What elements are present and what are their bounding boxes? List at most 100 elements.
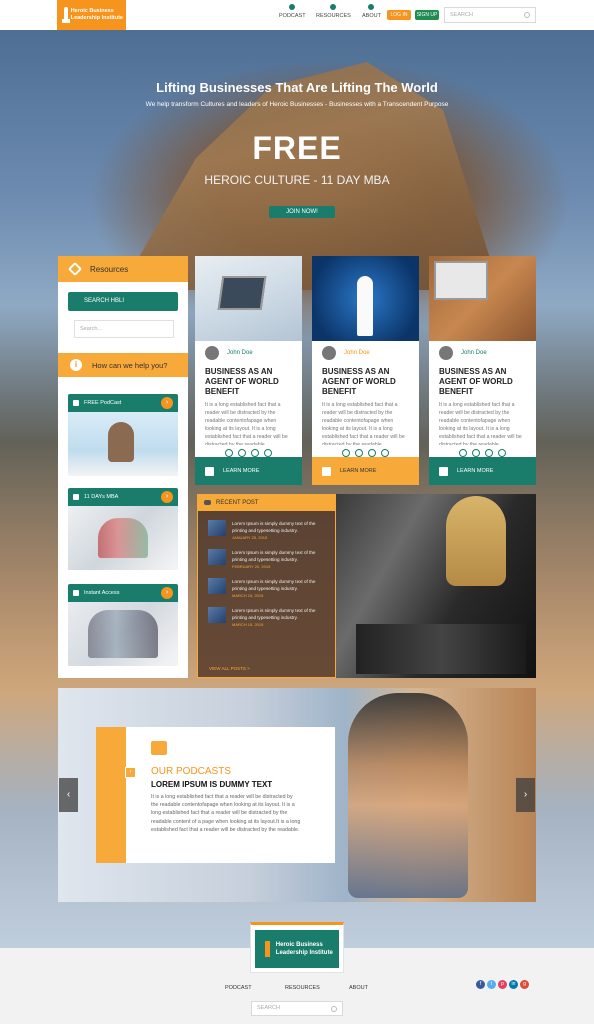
tools-icon (67, 261, 83, 277)
share-icon[interactable] (238, 449, 246, 457)
add-icon[interactable] (381, 449, 389, 457)
google-plus-icon[interactable]: g (520, 980, 529, 989)
logo-text: Heroic Business Leadership Institute (70, 8, 123, 21)
add-icon[interactable] (498, 449, 506, 457)
resource-card-label: FREE PodCast (84, 400, 122, 406)
chevron-right-icon[interactable]: › (161, 491, 173, 503)
article-body: It is a long established fact that a rea… (439, 402, 522, 445)
pinterest-icon[interactable]: p (498, 980, 507, 989)
post-thumbnail (208, 578, 226, 594)
hero-subtitle: We help transform Cultures and leaders o… (145, 101, 449, 108)
help-header: i How can we help you? (58, 353, 188, 377)
article-card[interactable]: John Doe BUSINESS AS AN AGENT OF WORLD B… (195, 256, 302, 485)
resources-header: Resources (58, 256, 188, 282)
login-button[interactable]: LOG IN (387, 10, 411, 20)
author-name[interactable]: John Doe (461, 350, 487, 356)
shield-icon (73, 590, 79, 596)
join-now-button[interactable]: JOIN NOW! (269, 206, 335, 218)
access-image (68, 602, 178, 666)
view-all-posts-link[interactable]: VIEW ALL POSTS > (209, 666, 250, 671)
post-text: Lorem Ipsum is simply dummy text of the … (232, 579, 316, 591)
like-icon[interactable] (342, 449, 350, 457)
footer-nav-resources[interactable]: RESOURCES (285, 985, 320, 991)
article-title[interactable]: BUSINESS AS AN AGENT OF WORLD BENEFIT (195, 365, 302, 397)
download-icon[interactable] (485, 449, 493, 457)
learn-more-button[interactable]: LEARN MORE (195, 457, 302, 485)
resource-card-podcast[interactable]: FREE PodCast › (68, 394, 178, 476)
post-text: Lorem Ipsum is simply dummy text of the … (232, 550, 316, 562)
search-hbli-button[interactable]: SEARCH HBLI (68, 292, 178, 311)
like-icon[interactable] (225, 449, 233, 457)
download-icon[interactable] (368, 449, 376, 457)
resource-card-access[interactable]: Instant Access › (68, 584, 178, 666)
radio-host-photo (336, 494, 536, 678)
post-thumbnail (208, 520, 226, 536)
sidebar-search-input[interactable]: Search... (74, 320, 174, 338)
slider-next-button[interactable]: › (516, 778, 535, 812)
recent-post-item[interactable]: Lorem Ipsum is simply dummy text of the … (198, 598, 335, 627)
trophy-icon (265, 941, 270, 957)
share-icon[interactable] (472, 449, 480, 457)
podcast-accent-bar (96, 727, 126, 863)
nav-resources-label: RESOURCES (316, 13, 351, 19)
footer-nav-podcast[interactable]: PODCAST (225, 985, 252, 991)
linkedin-icon[interactable]: in (509, 980, 518, 989)
recent-post-item[interactable]: Lorem Ipsum is simply dummy text of the … (198, 511, 335, 540)
learn-more-button[interactable]: LEARN MORE (429, 457, 536, 485)
share-icon[interactable] (355, 449, 363, 457)
resource-card-bar: FREE PodCast › (68, 394, 178, 412)
download-icon[interactable] (251, 449, 259, 457)
post-date: MARCH 15, 2015 (232, 622, 264, 627)
info-icon: i (70, 359, 82, 371)
avatar (322, 346, 336, 360)
author-name[interactable]: John Doe (344, 350, 370, 356)
search-icon[interactable] (524, 12, 530, 18)
footer-logo-frame: Heroic Business Leadership Institute (250, 922, 344, 973)
footer-nav-about[interactable]: ABOUT (349, 985, 368, 991)
footer-logo[interactable]: Heroic Business Leadership Institute (255, 930, 339, 968)
chevron-right-icon[interactable]: › (161, 397, 173, 409)
podcast-heading: LOREM IPSUM IS DUMMY TEXT (151, 780, 273, 789)
footer-search-input[interactable]: SEARCH (251, 1001, 343, 1016)
article-title[interactable]: BUSINESS AS AN AGENT OF WORLD BENEFIT (429, 365, 536, 397)
nav-podcast[interactable]: PODCAST (279, 4, 306, 26)
document-icon (322, 466, 331, 476)
document-icon (205, 466, 214, 476)
article-card[interactable]: John Doe BUSINESS AS AN AGENT OF WORLD B… (312, 256, 419, 485)
post-date: JANUARY 25, 2015 (232, 535, 268, 540)
article-actions (312, 445, 419, 457)
slider-prev-button[interactable]: ‹ (59, 778, 78, 812)
site-logo[interactable]: Heroic Business Leadership Institute (57, 0, 126, 30)
article-actions (195, 445, 302, 457)
article-body: It is a long established fact that a rea… (322, 402, 405, 445)
learn-more-button[interactable]: LEARN MORE (312, 457, 419, 485)
podcast-icon (289, 4, 296, 10)
learn-more-label: LEARN MORE (223, 468, 260, 474)
add-icon[interactable] (264, 449, 272, 457)
facebook-icon[interactable]: f (476, 980, 485, 989)
nav-about[interactable]: ABOUT (362, 4, 381, 26)
chevron-right-icon[interactable]: › (161, 587, 173, 599)
author-name[interactable]: John Doe (227, 350, 253, 356)
nav-about-label: ABOUT (362, 13, 381, 19)
footer-search-placeholder: SEARCH (257, 1005, 280, 1011)
avatar (205, 346, 219, 360)
article-card[interactable]: John Doe BUSINESS AS AN AGENT OF WORLD B… (429, 256, 536, 485)
nav-resources[interactable]: RESOURCES (316, 4, 351, 26)
resource-card-bar: 11 DAYs MBA › (68, 488, 178, 506)
chevron-right-icon[interactable]: › (125, 767, 136, 778)
like-icon[interactable] (459, 449, 467, 457)
social-links: f t p in g (476, 980, 529, 989)
hero-title: Lifting Businesses That Are Lifting The … (156, 80, 438, 95)
search-icon[interactable] (331, 1006, 337, 1012)
twitter-icon[interactable]: t (487, 980, 496, 989)
article-body: It is a long established fact that a rea… (205, 402, 288, 445)
chat-icon (204, 500, 211, 505)
resource-card-mba[interactable]: 11 DAYs MBA › (68, 488, 178, 570)
recent-post-item[interactable]: Lorem Ipsum is simply dummy text of the … (198, 569, 335, 598)
header-search-input[interactable]: SEARCH (444, 7, 536, 23)
signup-button[interactable]: SIGN UP (415, 10, 439, 20)
podcast-card: › OUR PODCASTS LOREM IPSUM IS DUMMY TEXT… (125, 727, 335, 863)
article-title[interactable]: BUSINESS AS AN AGENT OF WORLD BENEFIT (312, 365, 419, 397)
recent-post-item[interactable]: Lorem Ipsum is simply dummy text of the … (198, 540, 335, 569)
